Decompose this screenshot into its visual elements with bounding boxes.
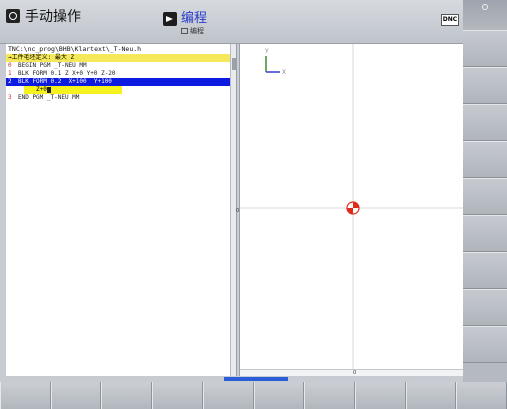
vertical-softkey-bar [463,0,507,382]
splitter-zero-label: 0 [236,208,240,214]
program-line-selected[interactable]: 2 BLK FORM 0.2 X+100 Y+100 [6,78,230,86]
graphics-view[interactable]: Y X [240,44,463,370]
value-input[interactable]: Z+0 [24,86,122,94]
edit-row: Z+0 [6,86,230,94]
softkey-10[interactable] [456,382,507,409]
program-line[interactable]: 3 END PGM _T-NEU MM [6,94,230,102]
progress-strip [224,377,288,381]
text-cursor [46,86,51,93]
mode-label: 手动操作 [25,9,81,25]
graphics-canvas: Y X [240,44,463,370]
vertical-softkey-3[interactable] [463,104,507,141]
program-line[interactable]: 0 BEGIN PGM _T-NEU MM [6,62,230,70]
horizontal-ruler: 0 [240,369,463,376]
softkey-9[interactable] [405,382,457,409]
vertical-softkey-7[interactable] [463,252,507,289]
softkey-1[interactable] [0,382,51,409]
softkey-3[interactable] [101,382,153,409]
programming-mode[interactable]: 编程 编程 [163,12,207,36]
top-bar: 手动操作 编程 编程 DNC [0,0,463,44]
softkey-5[interactable] [202,382,254,409]
dnc-badge[interactable]: DNC [441,14,459,26]
y-axis-label: Y [264,48,269,55]
ruler-zero-label: 0 [353,370,357,376]
vertical-softkey-4[interactable] [463,141,507,178]
program-line[interactable]: 1 BLK FORM 0.1 Z X+0 Y+0 Z-20 [6,70,230,78]
datum-marker-icon [346,201,360,215]
softkey-7[interactable] [304,382,355,409]
program-mode-title: 编程 [181,11,208,26]
vertical-softkey-5[interactable] [463,178,507,215]
softkey-bar [0,382,507,409]
x-axis-label: X [282,69,286,76]
softkey-2[interactable] [50,382,102,409]
program-mode-subtitle: 编程 [190,27,204,35]
softkey-8[interactable] [354,382,406,409]
softkey-6[interactable] [253,382,305,409]
program-editor[interactable]: TNC:\nc_prog\BHB\Klartext\_T-Neu.h →工件毛坯… [6,44,230,376]
vertical-softkey-6[interactable] [463,215,507,252]
dialog-prompt: →工件毛坯定义: 最大 Z [6,54,230,62]
vertical-softkey-9[interactable] [463,326,507,363]
vertical-softkey-2[interactable] [463,67,507,104]
vertical-softkey-1[interactable] [463,30,507,67]
program-path: TNC:\nc_prog\BHB\Klartext\_T-Neu.h [6,44,230,54]
program-run-icon [163,12,177,26]
softkey-4[interactable] [152,382,203,409]
operating-mode[interactable]: 手动操作 [6,6,81,26]
window-icon [181,28,188,34]
status-area [463,0,507,30]
vertical-softkey-8[interactable] [463,289,507,326]
status-dot-icon [482,4,488,10]
manual-operation-icon [6,9,20,23]
